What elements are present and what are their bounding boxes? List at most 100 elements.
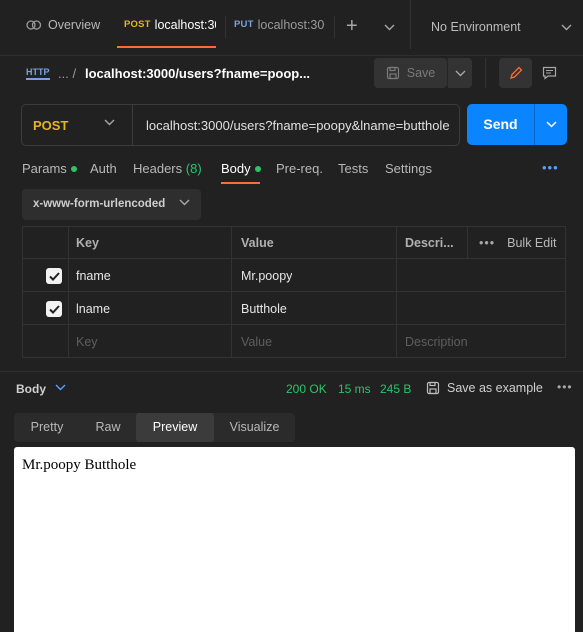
tab-headers[interactable]: Headers (8) (133, 161, 202, 176)
tab-put-request[interactable]: PUT localhost:300 (234, 0, 325, 49)
save-icon (426, 381, 440, 395)
status-badge[interactable]: 200 OK (286, 382, 327, 396)
table-row: fname Mr.poopy (23, 260, 565, 292)
header-divider (485, 58, 486, 88)
tab-params-label: Params (22, 161, 67, 176)
new-tab-plus-icon[interactable]: + (346, 16, 358, 36)
chevron-down-icon[interactable] (55, 384, 66, 391)
request-tabs: Params Auth Headers (8) Body Pre-req. Te… (0, 158, 583, 186)
chevron-down-icon (545, 121, 557, 128)
body-type-dropdown[interactable]: x-www-form-urlencoded (22, 189, 201, 220)
tab-divider (334, 16, 335, 38)
view-tab-raw[interactable]: Raw (80, 413, 136, 442)
column-header-value: Value (241, 236, 274, 250)
more-options-icon[interactable]: ••• (542, 160, 559, 175)
response-body-label[interactable]: Body (16, 382, 46, 396)
active-request-tab-indicator (221, 182, 260, 184)
row-checkbox[interactable] (46, 268, 62, 284)
overview-icon (26, 19, 42, 30)
active-tab-indicator (117, 46, 216, 48)
body-type-label: x-www-form-urlencoded (33, 198, 166, 210)
comments-button[interactable] (534, 58, 564, 88)
tab-post-method: POST (124, 19, 151, 30)
view-tab-visualize[interactable]: Visualize (214, 413, 295, 442)
environment-selector[interactable]: No Environment (431, 20, 521, 34)
tab-auth[interactable]: Auth (90, 161, 117, 176)
tab-overview-label: Overview (48, 17, 101, 32)
chevron-down-icon (455, 70, 465, 76)
value-placeholder[interactable]: Value (241, 326, 272, 358)
tab-body-label: Body (221, 161, 251, 176)
bulk-edit-button[interactable]: ••• Bulk Edit (479, 227, 556, 259)
response-size[interactable]: 245 B (380, 382, 411, 396)
save-dropdown-button[interactable] (447, 58, 472, 88)
body-indicator-dot (254, 166, 261, 172)
url-bar: POST localhost:3000/users?fname=poopy&ln… (21, 104, 460, 146)
method-chevron-down-icon[interactable] (104, 119, 115, 126)
view-tab-pretty[interactable]: Pretty (14, 413, 80, 442)
tab-divider (225, 16, 226, 38)
tabs-chevron-down-icon[interactable] (384, 24, 395, 31)
http-icon: HTTP (26, 66, 50, 80)
checkmark-icon (48, 304, 60, 314)
table-row: lname Butthole (23, 293, 565, 325)
method-selector[interactable]: POST (33, 118, 68, 133)
comment-icon (542, 66, 556, 80)
response-more-icon[interactable]: ••• (557, 380, 573, 394)
tab-tests[interactable]: Tests (338, 161, 368, 176)
pencil-icon (509, 66, 522, 79)
params-indicator-dot (70, 166, 77, 172)
response-divider[interactable] (0, 371, 583, 372)
body-params-table: Key Value Descri... ••• Bulk Edit fname M… (22, 226, 566, 358)
environment-chevron-down-icon[interactable] (561, 24, 572, 31)
tab-bar: Overview POST localhost:30 PUT localhost… (0, 0, 583, 56)
table-header-row: Key Value Descri... ••• Bulk Edit (23, 227, 565, 259)
url-divider (132, 105, 133, 145)
param-value[interactable]: Butthole (241, 293, 287, 325)
save-button[interactable]: Save (374, 58, 447, 88)
headers-count: (8) (185, 161, 202, 176)
column-header-key: Key (76, 236, 99, 250)
chevron-down-icon (179, 199, 190, 206)
save-label: Save (406, 66, 436, 80)
request-name[interactable]: localhost:3000/users?fname=poop... (85, 66, 310, 81)
description-placeholder[interactable]: Description (405, 326, 468, 358)
tab-headers-label: Headers (133, 161, 183, 176)
more-icon[interactable]: ••• (479, 236, 495, 250)
tab-post-request[interactable]: POST localhost:30 (124, 0, 216, 49)
view-tab-preview[interactable]: Preview (136, 413, 214, 442)
response-view-tabs: Pretty Raw Preview Visualize (14, 413, 295, 442)
tab-settings[interactable]: Settings (385, 161, 432, 176)
param-key[interactable]: lname (76, 293, 110, 325)
tab-put-label: localhost:300 (257, 17, 325, 32)
key-placeholder[interactable]: Key (76, 326, 98, 358)
row-checkbox[interactable] (46, 301, 62, 317)
save-as-example-label: Save as example (447, 381, 543, 395)
preview-content: Mr.poopy Butthole (22, 457, 137, 473)
response-time[interactable]: 15 ms (338, 382, 371, 396)
param-key[interactable]: fname (76, 260, 111, 292)
send-button-group: Send (467, 104, 567, 145)
breadcrumb[interactable]: ... / (58, 66, 76, 81)
save-icon (386, 66, 399, 80)
edit-button[interactable] (499, 58, 532, 88)
response-preview-pane[interactable]: Mr.poopy Butthole (14, 447, 575, 632)
param-value[interactable]: Mr.poopy (241, 260, 292, 292)
table-row-empty: Key Value Description (23, 326, 565, 358)
column-header-description: Descri... (405, 236, 454, 250)
send-dropdown-button[interactable] (535, 104, 567, 145)
send-button[interactable]: Send (467, 104, 534, 145)
tab-prereq[interactable]: Pre-req. (276, 161, 323, 176)
checkmark-icon (48, 271, 60, 281)
tab-post-label: localhost:30 (154, 17, 216, 32)
tab-body[interactable]: Body (221, 161, 261, 176)
tab-put-method: PUT (234, 19, 254, 30)
tab-params[interactable]: Params (22, 161, 77, 176)
bulk-edit-label: Bulk Edit (507, 236, 557, 250)
url-input[interactable]: localhost:3000/users?fname=poopy&lname=b… (146, 118, 450, 133)
env-divider (410, 0, 411, 49)
response-header: Body 200 OK 15 ms 245 B Save as example … (0, 378, 583, 400)
request-header: HTTP ... / localhost:3000/users?fname=po… (0, 56, 583, 98)
save-as-example-button[interactable]: Save as example (426, 381, 543, 395)
tab-overview[interactable]: Overview (26, 0, 116, 49)
